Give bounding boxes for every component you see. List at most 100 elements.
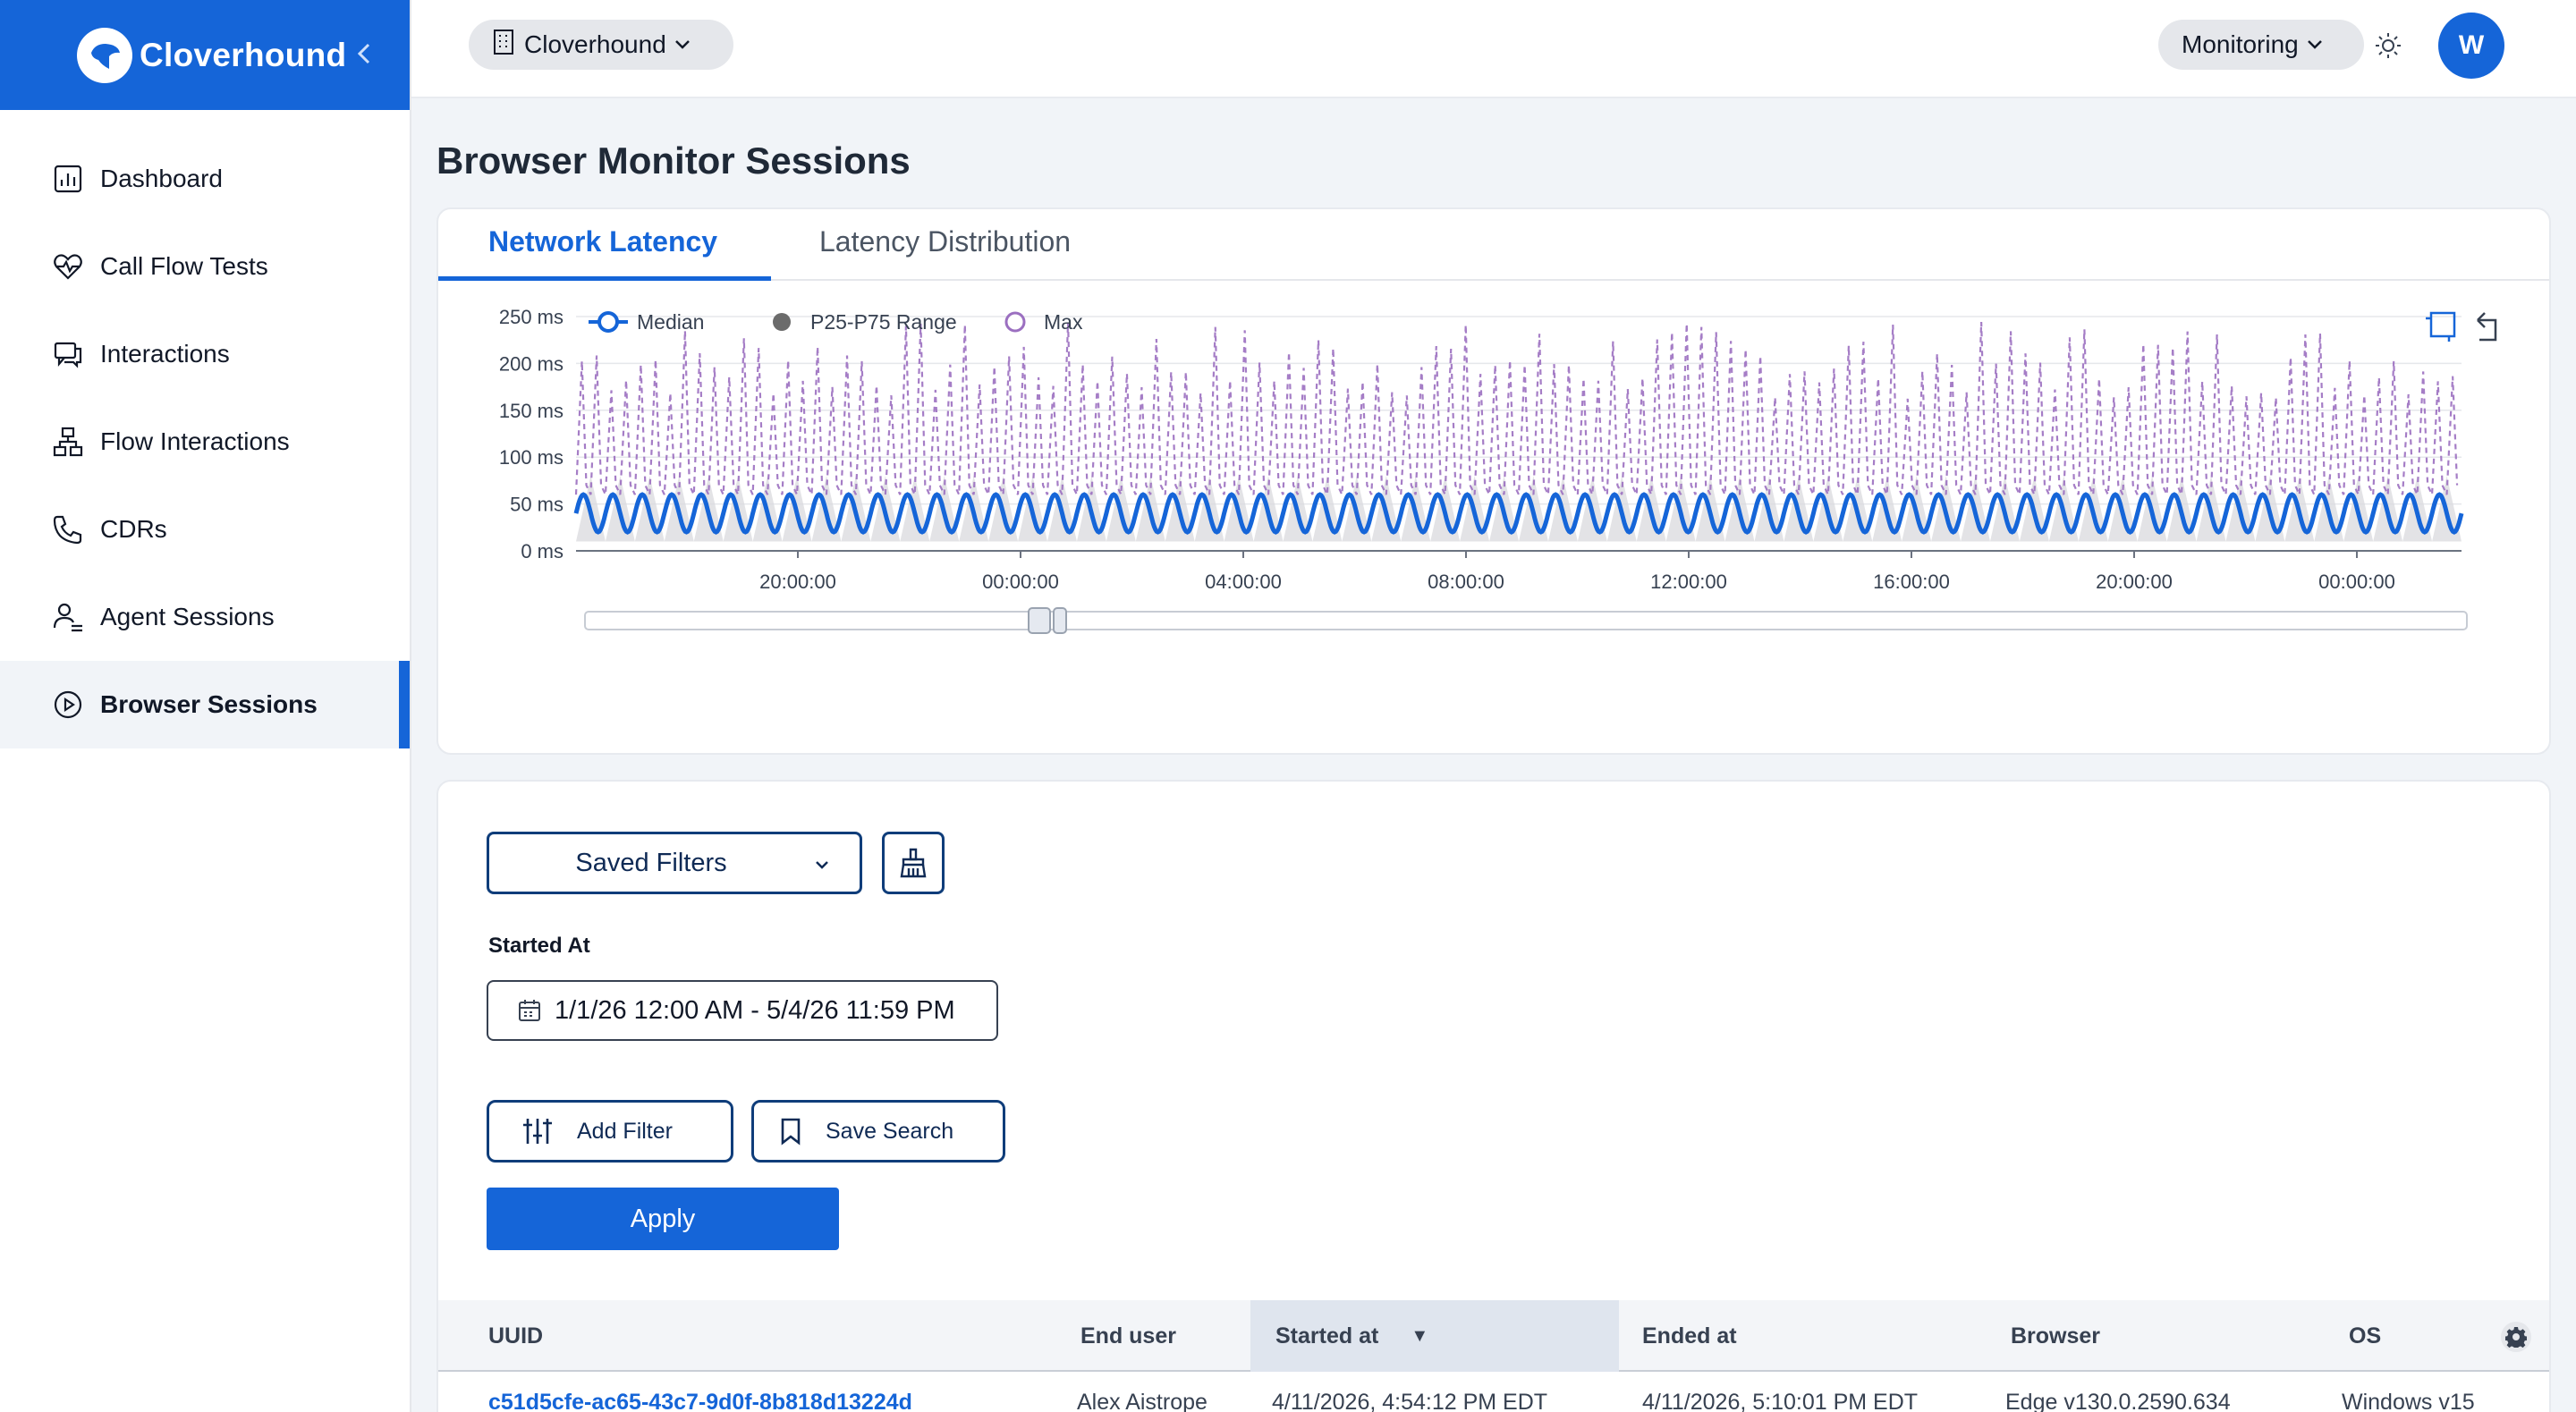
play-circle-icon <box>50 687 86 723</box>
restore-icon <box>2477 312 2497 342</box>
sidebar-item-label: CDRs <box>100 515 167 543</box>
phone-icon <box>50 512 86 547</box>
saved-filters-label: Saved Filters <box>575 848 727 877</box>
theme-toggle-sun-icon[interactable] <box>2373 30 2403 61</box>
add-filter-button[interactable]: Add Filter <box>487 1100 733 1163</box>
date-range-input[interactable]: 1/1/26 12:00 AM - 5/4/26 11:59 PM <box>487 980 998 1041</box>
sidebar-item-cdrs[interactable]: CDRs <box>0 486 410 573</box>
agent-icon <box>50 599 86 635</box>
cell-browser: Edge v130.0.2590.634 <box>2005 1390 2231 1412</box>
tab-network-latency[interactable]: Network Latency <box>488 225 717 258</box>
sidebar-item-label: Interactions <box>100 340 230 368</box>
zoom-slider-track <box>584 611 2468 630</box>
building-icon <box>492 29 515 62</box>
column-header-ended-at[interactable]: Ended at <box>1642 1300 1737 1372</box>
column-header-os[interactable]: OS <box>2349 1300 2381 1372</box>
x-tick-label: 12:00:00 <box>1650 571 1727 593</box>
table-row[interactable]: c51d5cfe-ac65-43c7-9d0f-8b818d13224d Ale… <box>438 1374 2549 1412</box>
chart-card: Network Latency Latency Distribution 0 m… <box>436 207 2551 755</box>
data-zoom-icon <box>2426 311 2456 342</box>
tab-latency-distribution[interactable]: Latency Distribution <box>819 225 1071 258</box>
y-tick-label: 0 ms <box>521 540 564 562</box>
brand-name: Cloverhound <box>140 36 347 73</box>
sidebar-item-flow-interactions[interactable]: Flow Interactions <box>0 398 410 486</box>
sidebar-item-label: Dashboard <box>100 165 223 192</box>
module-selector[interactable]: Monitoring <box>2158 20 2364 70</box>
zoom-slider-handle <box>1028 607 1051 634</box>
apply-button[interactable]: Apply <box>487 1188 839 1250</box>
cell-os: Windows v15 <box>2342 1390 2475 1412</box>
y-tick-label: 250 ms <box>499 306 564 328</box>
sidebar-item-label: Flow Interactions <box>100 427 290 455</box>
legend-median-marker <box>597 311 619 333</box>
sidebar-item-label: Browser Sessions <box>100 690 318 718</box>
chat-icon <box>50 336 86 372</box>
legend-max-marker <box>1004 311 1026 333</box>
chevron-down-icon <box>674 38 691 51</box>
save-search-label: Save Search <box>826 1118 954 1144</box>
x-tick-label: 20:00:00 <box>759 571 836 593</box>
y-tick-label: 100 ms <box>499 446 564 469</box>
cell-ended-at: 4/11/2026, 5:10:01 PM EDT <box>1642 1390 1919 1412</box>
heart-pulse-icon <box>50 249 86 284</box>
save-search-button[interactable]: Save Search <box>751 1100 1005 1163</box>
column-header-started-at[interactable]: Started at ▼ <box>1250 1300 1619 1372</box>
x-tick-label: 20:00:00 <box>2096 571 2173 593</box>
cell-end-user: Alex Aistrope <box>1077 1390 1208 1412</box>
x-tick-label: 00:00:00 <box>2318 571 2395 593</box>
sidebar-item-interactions[interactable]: Interactions <box>0 310 410 398</box>
column-header-end-user[interactable]: End user <box>1080 1300 1176 1372</box>
module-name: Monitoring <box>2182 30 2299 58</box>
sidebar-item-label: Call Flow Tests <box>100 252 268 280</box>
chart-tabs: Network Latency Latency Distribution <box>438 209 2549 281</box>
brand-header: Cloverhound <box>0 0 410 110</box>
x-tick-label: 00:00:00 <box>982 571 1059 593</box>
sidebar: Cloverhound Dashboard Call Flow Tests In… <box>0 0 411 1412</box>
sidebar-item-call-flow-tests[interactable]: Call Flow Tests <box>0 223 410 310</box>
legend-range-marker <box>773 313 791 331</box>
sidebar-item-browser-sessions[interactable]: Browser Sessions <box>0 661 410 748</box>
broom-icon <box>898 847 928 879</box>
sort-desc-icon: ▼ <box>1411 1325 1429 1346</box>
y-tick-label: 50 ms <box>510 494 564 516</box>
table-settings-gear-icon[interactable] <box>2501 1322 2531 1352</box>
bookmark-icon <box>779 1117 802 1146</box>
org-selector[interactable]: Cloverhound <box>469 20 733 70</box>
cloverhound-logo-icon <box>77 27 132 83</box>
page-title: Browser Monitor Sessions <box>436 140 911 182</box>
x-tick-label: 04:00:00 <box>1205 571 1282 593</box>
x-tick-label: 16:00:00 <box>1873 571 1950 593</box>
saved-filters-dropdown[interactable]: Saved Filters <box>487 832 862 894</box>
clear-filters-button[interactable] <box>882 832 945 894</box>
flow-icon <box>50 424 86 460</box>
chevron-down-icon <box>2306 38 2324 51</box>
sidebar-item-label: Agent Sessions <box>100 603 275 630</box>
chevron-down-icon <box>813 849 840 878</box>
column-header-label: Started at <box>1275 1323 1379 1349</box>
sidebar-item-agent-sessions[interactable]: Agent Sessions <box>0 573 410 661</box>
sidebar-nav: Dashboard Call Flow Tests Interactions F… <box>0 135 410 748</box>
collapse-sidebar-icon[interactable] <box>347 36 383 72</box>
user-avatar[interactable]: W <box>2438 13 2504 79</box>
top-bar: Cloverhound Monitoring W <box>411 0 2576 98</box>
column-header-uuid[interactable]: UUID <box>488 1300 543 1372</box>
org-name: Cloverhound <box>524 30 666 58</box>
chart-icon <box>50 161 86 197</box>
column-header-browser[interactable]: Browser <box>2011 1300 2100 1372</box>
add-filter-label: Add Filter <box>577 1118 673 1144</box>
legend-label: Median <box>637 310 704 334</box>
x-tick-label: 08:00:00 <box>1428 571 1504 593</box>
started-at-label: Started At <box>488 934 590 958</box>
y-tick-label: 200 ms <box>499 352 564 375</box>
zoom-slider-handle <box>1053 607 1067 634</box>
max-series-line <box>574 322 2459 495</box>
legend-label: P25-P75 Range <box>810 310 957 334</box>
sliders-icon <box>521 1116 554 1146</box>
filter-card: Saved Filters Started At 1/1/26 12:00 AM… <box>436 780 2551 1412</box>
session-uuid-link[interactable]: c51d5cfe-ac65-43c7-9d0f-8b818d13224d <box>488 1390 912 1412</box>
sidebar-item-dashboard[interactable]: Dashboard <box>0 135 410 223</box>
calendar-icon <box>517 998 542 1023</box>
sessions-table-header: UUID End user Started at ▼ Ended at Brow… <box>438 1300 2549 1372</box>
legend-label: Max <box>1044 310 1083 334</box>
network-latency-chart: 0 ms 50 ms 100 ms 150 ms 200 ms 250 ms 20:00:0… <box>499 306 2497 634</box>
